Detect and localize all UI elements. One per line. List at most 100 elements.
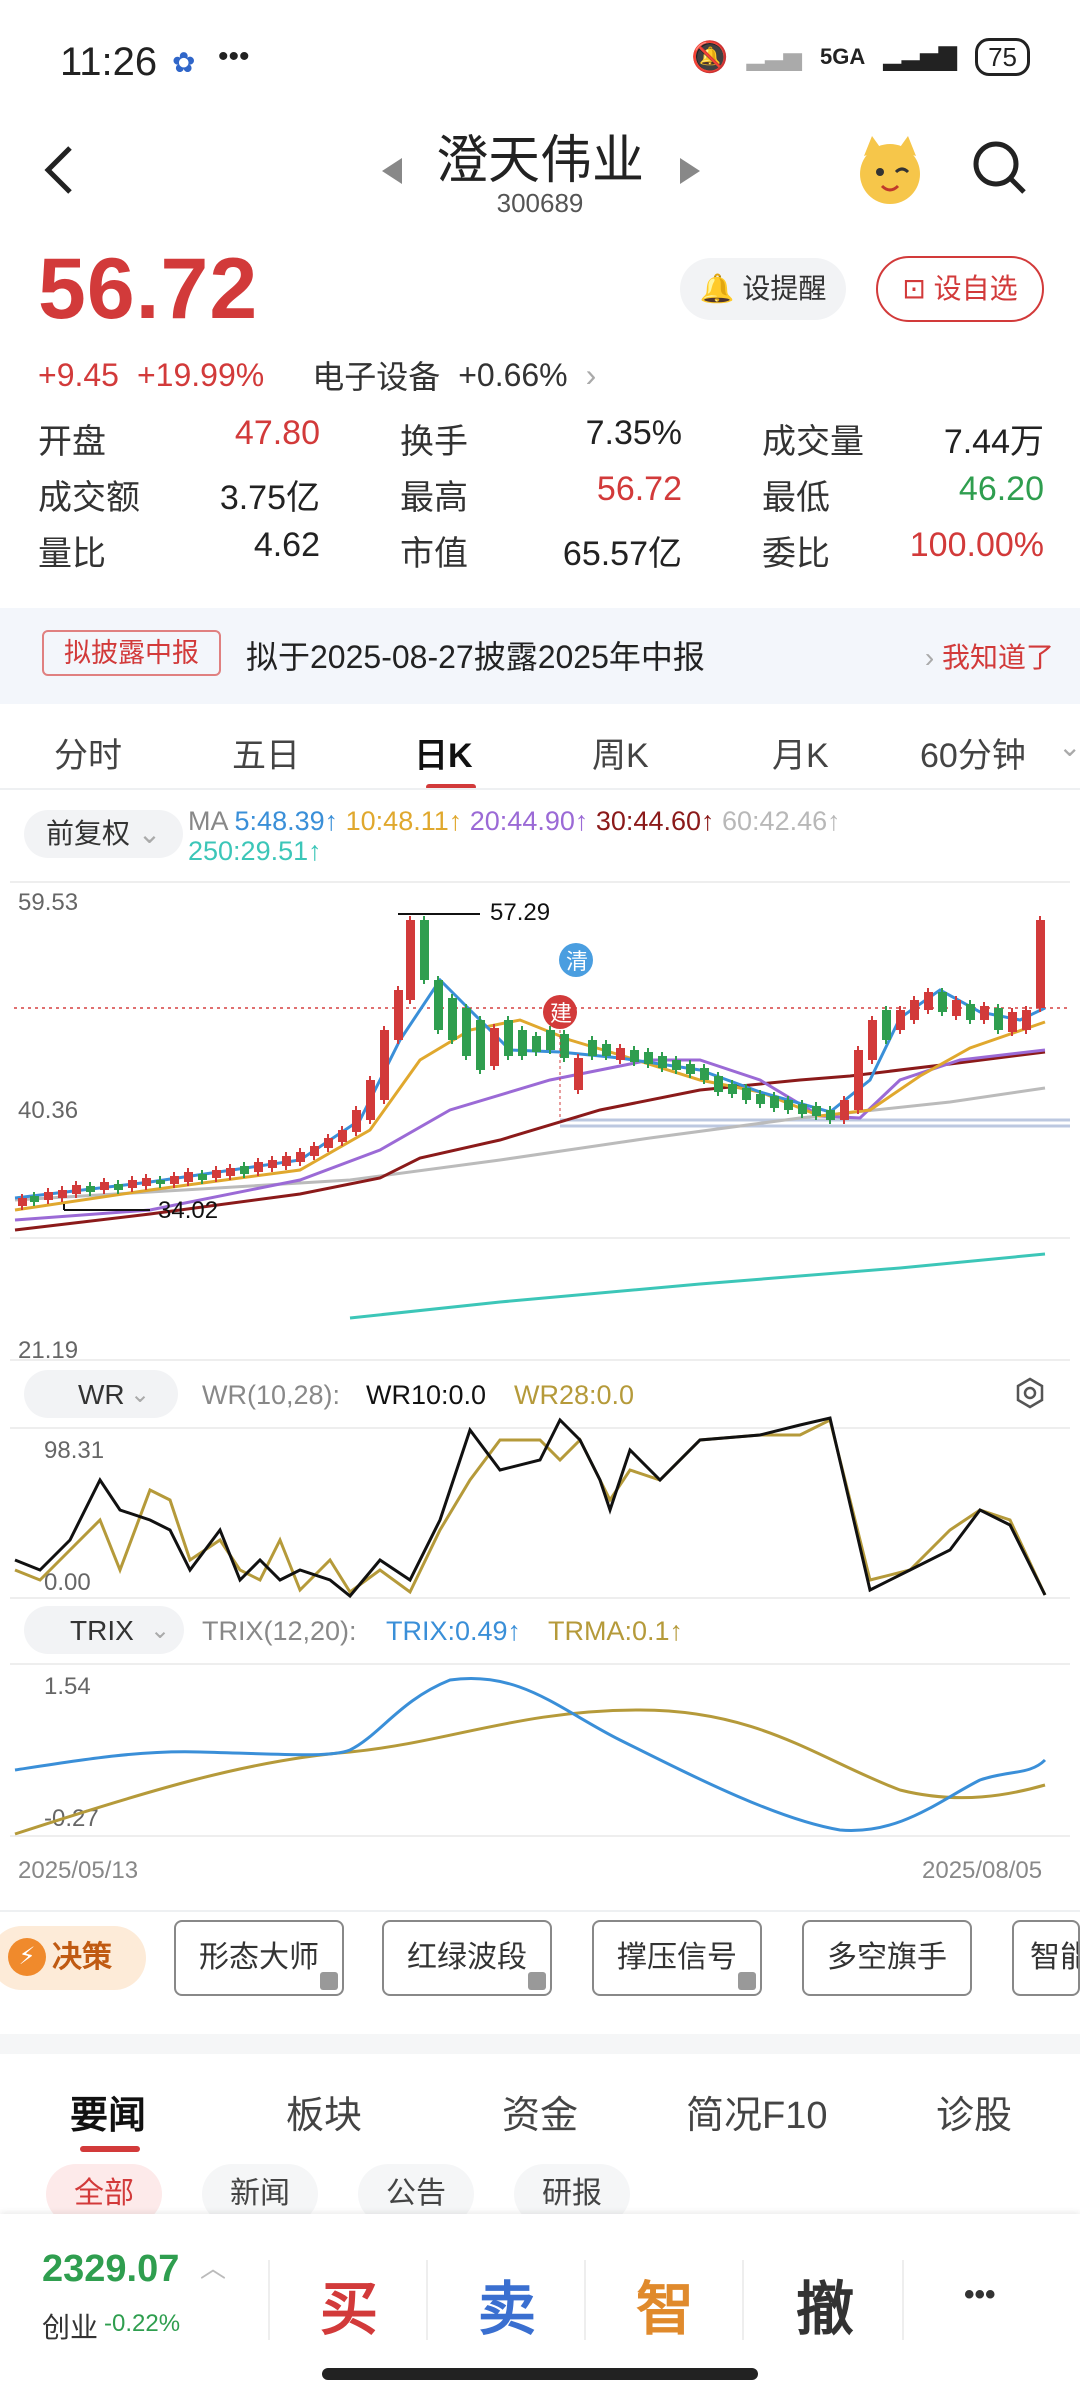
set-alert-button[interactable]: 🔔 设提醒: [680, 258, 846, 320]
quote-stats: 开盘 47.80 换手 7.35% 成交量 7.44万成交额 3.75亿 最高 56.72 最低 4…: [38, 410, 1048, 578]
candle-body: [630, 1050, 639, 1062]
stat-cell: 开盘 47.80: [38, 414, 320, 463]
candle-body: [798, 1104, 807, 1114]
candle-body: [1022, 1010, 1031, 1030]
tool-pattern-master[interactable]: 形态大师: [174, 1920, 344, 1996]
index-name: 创业: [42, 2312, 99, 2343]
stat-value: 47.80: [234, 413, 320, 452]
candle-body: [490, 1028, 499, 1066]
tab-five-day[interactable]: 五日: [232, 728, 300, 777]
tab-weekly-k[interactable]: 周K: [592, 728, 649, 777]
price-change: +9.45: [38, 356, 119, 393]
trma-value: TRMA:0.1↑: [548, 1616, 683, 1646]
tool-smart[interactable]: 智能: [1012, 1920, 1080, 1996]
ma30-value: 30:44.60↑: [595, 806, 715, 836]
candle-body: [58, 1190, 67, 1198]
candle-body: [532, 1036, 541, 1052]
tool-support-resistance[interactable]: 撑压信号: [592, 1920, 762, 1996]
tab-diagnosis[interactable]: 诊股: [936, 2084, 1012, 2139]
tool-bull-bear[interactable]: 多空旗手: [802, 1920, 972, 1996]
candle-body: [770, 1096, 779, 1108]
tab-f10[interactable]: 简况F10: [686, 2084, 827, 2139]
ma60-value: 60:42.46↑: [722, 806, 841, 836]
candle-body: [560, 1034, 569, 1058]
candle-body: [352, 1110, 361, 1132]
candle-body: [296, 1152, 305, 1162]
candle-body: [812, 1106, 821, 1116]
stat-label: 委比: [762, 534, 830, 573]
kline-chart[interactable]: 59.53 40.36 21.19 57.29 34.02 清 建 WR ⌄ W…: [0, 880, 1080, 1910]
tab-60min[interactable]: 60分钟: [920, 728, 1026, 777]
home-indicator[interactable]: [322, 2368, 758, 2380]
stat-label: 成交量: [762, 422, 864, 461]
tab-daily-k[interactable]: 日K: [414, 728, 473, 777]
announcement-banner[interactable]: 拟披露中报 拟于2025-08-27披露2025年中报 › 我知道了: [0, 608, 1080, 704]
tab-monthly-k[interactable]: 月K: [772, 728, 829, 777]
candle-body: [518, 1030, 527, 1056]
sector-link[interactable]: 电子设备: [312, 352, 440, 398]
decision-label: 决策: [52, 1941, 112, 1974]
stat-value: 7.44万: [943, 422, 1044, 461]
low-annotation: 34.02: [158, 1197, 218, 1224]
decision-button[interactable]: ⚡ 决策: [0, 1926, 146, 1990]
candle-body: [226, 1168, 235, 1176]
candle-body: [462, 1008, 471, 1056]
chevron-right-icon[interactable]: ›: [586, 357, 597, 394]
tool-red-green-band[interactable]: 红绿波段: [382, 1920, 552, 1996]
more-menu-button[interactable]: •••: [964, 2278, 996, 2312]
stat-label: 市值: [400, 534, 468, 573]
smart-button[interactable]: 智: [636, 2262, 694, 2346]
marker-clear[interactable]: 清: [566, 949, 588, 974]
candle-body: [310, 1146, 319, 1156]
candle-body: [574, 1058, 583, 1090]
stat-cell: 成交额 3.75亿: [38, 470, 320, 519]
tab-sector[interactable]: 板块: [286, 2084, 362, 2139]
next-stock-icon[interactable]: [678, 156, 702, 191]
tab-intraday[interactable]: 分时: [54, 728, 122, 777]
add-favorite-button[interactable]: ⊡ 设自选: [876, 256, 1044, 322]
stat-value: 3.75亿: [219, 478, 320, 517]
stat-cell: 换手 7.35%: [400, 414, 682, 463]
stat-cell: 成交量 7.44万: [762, 414, 1044, 463]
stat-value: 100.00%: [909, 525, 1044, 564]
search-icon[interactable]: [970, 138, 1030, 203]
candle-body: [924, 992, 933, 1010]
trix-selector[interactable]: TRIX: [70, 1615, 134, 1646]
y-axis-top-label: 59.53: [18, 889, 78, 916]
stat-cell: 市值 65.57亿: [400, 526, 682, 575]
stats-row: 成交额 3.75亿 最高 56.72 最低 46.20: [38, 466, 1048, 522]
chevron-down-icon[interactable]: ⌄: [1058, 730, 1080, 763]
candle-body: [338, 1130, 347, 1142]
wr-selector[interactable]: WR: [78, 1379, 125, 1410]
stat-value: 65.57亿: [562, 534, 682, 573]
trma-line: [14, 1708, 1046, 1836]
cancel-order-button[interactable]: 撤: [796, 2262, 854, 2346]
stat-label: 最低: [762, 478, 830, 517]
candle-body: [184, 1172, 193, 1182]
dismiss-announcement-button[interactable]: › 我知道了: [925, 636, 1054, 676]
kline-tabs: 分时 五日 日K 周K 月K 60分钟 ⌄: [0, 720, 1080, 790]
adjust-selector[interactable]: 前复权 ⌄: [24, 810, 184, 858]
chevron-up-icon[interactable]: ︿: [200, 2248, 226, 2285]
candle-body: [142, 1178, 151, 1186]
buy-button[interactable]: 买: [320, 2262, 378, 2346]
tab-funds[interactable]: 资金: [502, 2084, 578, 2139]
date-start: 2025/05/13: [18, 1857, 138, 1884]
candle-body: [198, 1174, 207, 1180]
sell-button[interactable]: 卖: [478, 2262, 536, 2346]
tab-headlines[interactable]: 要闻: [70, 2084, 146, 2139]
stat-label: 开盘: [38, 422, 106, 461]
ma20-line: [14, 1048, 1046, 1222]
date-end: 2025/08/05: [922, 1857, 1042, 1884]
candle-body: [588, 1040, 597, 1056]
settings-icon[interactable]: [1016, 1377, 1044, 1409]
chevron-down-icon: ⌄: [150, 1617, 170, 1644]
index-value[interactable]: 2329.07: [42, 2248, 179, 2291]
marker-build[interactable]: 建: [550, 1001, 572, 1026]
mascot-icon[interactable]: [850, 130, 930, 215]
candle-body: [114, 1184, 123, 1190]
set-alert-label: 设提醒: [742, 273, 827, 304]
candle-body: [1008, 1012, 1017, 1032]
candle-body: [212, 1170, 221, 1178]
divider: [268, 2260, 270, 2340]
